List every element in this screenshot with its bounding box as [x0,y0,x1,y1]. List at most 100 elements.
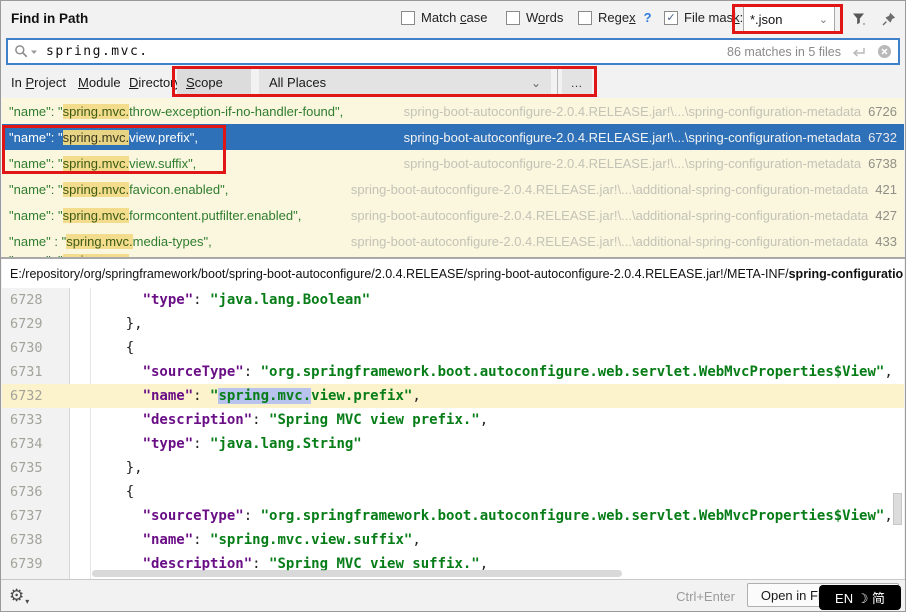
match-highlight: spring.mvc. [63,208,129,223]
dialog-footer: ⚙▾ Ctrl+Enter Open in Find Window [1,579,905,611]
result-text: "name": "spring.mvc.view.prefix", [9,130,198,145]
file-mask-select[interactable]: *.json ⌄ [743,6,835,32]
result-row[interactable]: "name": "spring.mvc.throw-exception-if-n… [2,98,904,124]
tab-module[interactable]: Module [78,75,121,90]
code-line[interactable]: 6728 "type": "java.lang.Boolean" [2,288,904,312]
scope-bar: In Project Module Directory Scope All Pl… [1,67,905,97]
search-input[interactable]: spring.mvc. 86 matches in 5 files [6,38,900,65]
match-suffix: throw-exception-if-no-handler-found", [129,104,343,119]
chevron-down-icon: ⌄ [819,13,828,26]
punctuation [92,436,143,452]
result-location: spring-boot-autoconfigure-2.0.4.RELEASE.… [404,130,897,145]
result-location: spring-boot-autoconfigure-2.0.4.RELEASE.… [404,104,897,119]
code-text: "description": "Spring MVC view prefix."… [70,412,488,428]
result-file: spring-boot-autoconfigure-2.0.4.RELEASE.… [404,104,861,119]
code-text: "name": "spring.mvc.view.prefix", [70,388,421,404]
result-row[interactable]: "name": "spring.mvc.formcontent.putfilte… [2,202,904,228]
words-checkbox[interactable]: Words [506,10,563,25]
code-lines: 6728 "type": "java.lang.Boolean"6729 },6… [2,288,904,576]
json-key: "name" [143,388,194,404]
vertical-scrollbar[interactable] [893,493,902,525]
line-number: 6734 [2,436,70,452]
tab-in-project[interactable]: In Project [11,75,66,90]
code-line[interactable]: 6729 }, [2,312,904,336]
preview-file-path: E:/repository/org/springframework/boot/s… [2,259,904,288]
line-number: 6733 [2,412,70,428]
code-line[interactable]: 6738 "name": "spring.mvc.view.suffix", [2,528,904,552]
result-row[interactable]: "name" : "spring.mvc.media-types",spring… [2,228,904,254]
scope-more-button[interactable]: … [562,69,592,96]
dialog-header: Find in Path Match case Words Regex ? ✓ … [1,1,905,37]
code-line[interactable]: 6737 "sourceType": "org.springframework.… [2,504,904,528]
pin-icon[interactable] [879,9,899,29]
line-number: 6732 [2,388,70,404]
result-row[interactable]: "name": "spring.mvc.view.prefix", spring-… [2,124,904,150]
line-number: 6731 [2,364,70,380]
filter-icon[interactable] [849,9,869,29]
result-row[interactable]: "name": "spring.mvc.view.suffix",spring-… [2,150,904,176]
code-line[interactable]: 6735 }, [2,456,904,480]
match-prefix: "name": " [9,156,63,171]
search-icon[interactable] [14,44,38,59]
punctuation: , [884,508,892,524]
punctuation: { [92,484,134,500]
checkbox-icon[interactable] [506,11,520,25]
tab-directory[interactable]: Directory [129,75,181,90]
result-text: "name": "spring.mvc.throw-exception-if-n… [9,104,343,119]
result-text: "name": "spring.mvc.view.suffix", [9,156,196,171]
regex-help-link[interactable]: ? [644,10,652,25]
code-line[interactable]: 6730 { [2,336,904,360]
search-status: 86 matches in 5 files [727,45,841,59]
checkbox-checked-icon[interactable]: ✓ [664,11,678,25]
ime-language-badge[interactable]: EN ☽ 简 [819,585,901,610]
regex-label: Regex [598,10,636,25]
code-line[interactable]: 6736 { [2,480,904,504]
code-line[interactable]: 6734 "type": "java.lang.String" [2,432,904,456]
code-text: "sourceType": "org.springframework.boot.… [70,508,893,524]
gear-icon[interactable]: ⚙▾ [9,586,29,606]
words-label: Words [526,10,563,25]
code-line[interactable]: 6732 "name": "spring.mvc.view.prefix", [2,384,904,408]
punctuation: , [412,532,420,548]
json-key: "type" [143,292,194,308]
match-prefix: "name": " [9,182,63,197]
result-line-number: 427 [875,208,897,223]
punctuation [92,388,143,404]
punctuation [92,292,143,308]
find-in-path-dialog: Find in Path Match case Words Regex ? ✓ … [0,0,906,612]
result-row[interactable]: "name": "spring.mvc.favicon.enabled",spr… [2,176,904,202]
json-string: "org.springframework.boot.autoconfigure.… [261,508,885,524]
punctuation: : [244,364,261,380]
punctuation [92,412,143,428]
chevron-down-icon: ⌄ [531,76,541,90]
newline-icon[interactable] [851,46,867,58]
punctuation: : [193,388,210,404]
code-line[interactable]: 6733 "description": "Spring MVC view pre… [2,408,904,432]
punctuation: : [244,508,261,524]
scope-select[interactable]: All Places ⌄ [259,69,551,96]
checkbox-icon[interactable] [401,11,415,25]
close-icon[interactable] [877,44,892,59]
code-line[interactable]: 6731 "sourceType": "org.springframework.… [2,360,904,384]
selected-match: spring.mvc. [218,388,311,404]
regex-checkbox[interactable]: Regex ? [578,10,652,25]
line-number: 6739 [2,556,70,572]
match-prefix: "name": " [9,104,63,119]
line-number: 6738 [2,532,70,548]
punctuation: , [480,412,488,428]
tab-scope[interactable]: Scope [177,69,251,96]
match-highlight: spring.mvc. [66,234,132,249]
code-preview[interactable]: 6728 "type": "java.lang.Boolean"6729 },6… [2,288,904,581]
checkbox-icon[interactable] [578,11,592,25]
json-key: "sourceType" [143,508,244,524]
horizontal-scrollbar[interactable] [92,570,622,577]
file-mask-checkbox[interactable]: ✓ File mask: [664,10,743,25]
code-text: { [70,340,134,356]
json-string: view.prefix" [311,388,412,404]
line-number: 6729 [2,316,70,332]
result-text: "name" : "spring.mvc.media-types", [9,234,212,249]
punctuation: : [193,292,210,308]
match-suffix: view.suffix", [129,156,196,171]
result-file: spring-boot-autoconfigure-2.0.4.RELEASE.… [351,208,868,223]
match-case-checkbox[interactable]: Match case [401,10,487,25]
